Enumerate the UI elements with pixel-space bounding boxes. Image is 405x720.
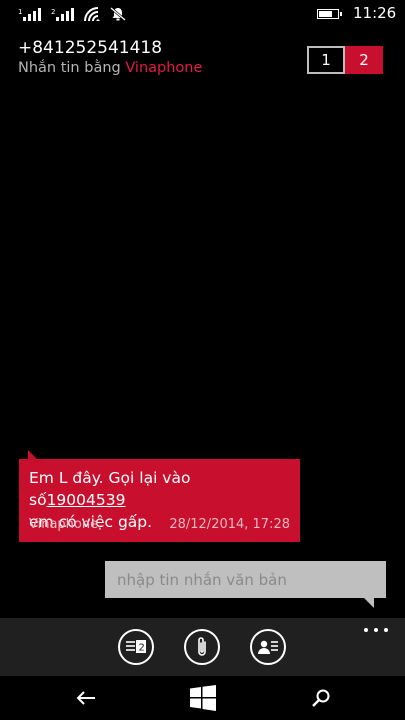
send-contact-card-button[interactable] bbox=[250, 629, 286, 665]
message-phone-link[interactable]: 19004539 bbox=[47, 491, 126, 509]
message-sender: Vinaphone bbox=[29, 517, 99, 532]
signal-sim1-label: 1 bbox=[18, 8, 22, 16]
sim-switch: 1 2 bbox=[307, 46, 383, 74]
sim-1-button[interactable]: 1 bbox=[307, 46, 345, 74]
more-options-button[interactable] bbox=[364, 624, 388, 636]
windows-logo-icon bbox=[190, 685, 216, 711]
search-button[interactable] bbox=[307, 684, 335, 712]
switch-sim-button[interactable]: 2 bbox=[118, 629, 154, 665]
sim-2-button[interactable]: 2 bbox=[345, 46, 383, 74]
signal-sim2-label: 2 bbox=[51, 8, 55, 16]
more-dot-icon bbox=[384, 628, 388, 632]
signal-sim1-icon: 1 bbox=[18, 7, 42, 21]
status-bar: 1 2 11:26 bbox=[0, 0, 405, 30]
navigation-bar bbox=[0, 676, 405, 720]
signal-sim2-icon: 2 bbox=[51, 7, 75, 21]
search-icon bbox=[312, 689, 330, 707]
compose-box-tail bbox=[364, 598, 374, 608]
sending-via-prefix: Nhắn tin bằng bbox=[18, 60, 126, 76]
switch-sim-icon: 2 bbox=[126, 640, 146, 654]
start-button[interactable] bbox=[189, 684, 217, 712]
sim-badge-label: 2 bbox=[139, 643, 145, 654]
quiet-hours-bell-icon bbox=[110, 7, 126, 21]
contact-number[interactable]: +841252541418 bbox=[18, 38, 162, 58]
compose-input[interactable] bbox=[115, 569, 376, 590]
compose-box bbox=[105, 561, 386, 598]
carrier-name: Vinaphone bbox=[125, 60, 203, 76]
more-dot-icon bbox=[374, 628, 378, 632]
battery-level-fill bbox=[319, 11, 332, 17]
back-button[interactable] bbox=[72, 684, 100, 712]
message-timestamp: 28/12/2014, 17:28 bbox=[169, 517, 290, 532]
app-bar: 2 bbox=[0, 618, 405, 676]
back-arrow-icon bbox=[76, 691, 95, 705]
more-dot-icon bbox=[364, 628, 368, 632]
battery-icon bbox=[317, 9, 342, 19]
sending-via-label: Nhắn tin bằng Vinaphone bbox=[18, 60, 202, 76]
received-message-bubble[interactable]: Em L đây. Gọi lại vào số19004539 em có vi… bbox=[19, 459, 300, 542]
attach-button[interactable] bbox=[184, 629, 220, 665]
paperclip-icon bbox=[198, 637, 206, 656]
wifi-icon bbox=[84, 7, 102, 21]
status-time: 11:26 bbox=[353, 4, 397, 22]
message-meta: Vinaphone 28/12/2014, 17:28 bbox=[29, 517, 290, 532]
contact-card-icon bbox=[258, 640, 278, 654]
